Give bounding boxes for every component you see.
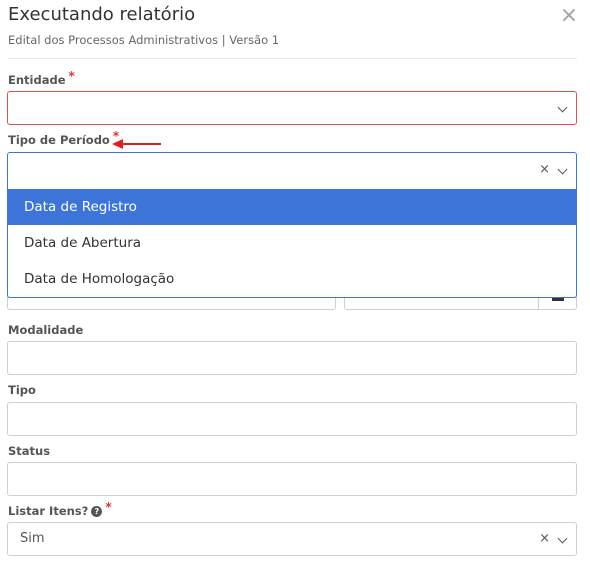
- tipo-periodo-label: Tipo de Período *: [8, 129, 119, 147]
- modalidade-label: Modalidade: [8, 323, 84, 337]
- entidade-select[interactable]: [7, 91, 577, 125]
- required-marker: *: [68, 69, 75, 83]
- option-data-homologacao[interactable]: Data de Homologação: [8, 261, 576, 297]
- clear-icon[interactable]: ×: [539, 523, 550, 555]
- modalidade-input[interactable]: [7, 341, 577, 375]
- status-label: Status: [8, 444, 51, 458]
- entidade-label-text: Entidade: [8, 73, 66, 87]
- chevron-down-icon[interactable]: [557, 102, 568, 113]
- option-data-registro[interactable]: Data de Registro: [8, 189, 576, 225]
- tipo-label: Tipo: [8, 383, 36, 397]
- help-icon[interactable]: ?: [91, 506, 103, 517]
- modal-header: Executando relatório Edital dos Processo…: [0, 0, 590, 60]
- listar-itens-value: Sim: [20, 531, 45, 546]
- chevron-down-icon[interactable]: [557, 164, 568, 175]
- clear-icon[interactable]: ×: [539, 153, 550, 187]
- listar-itens-label-text: Listar Itens?: [8, 504, 89, 518]
- tipo-periodo-select[interactable]: ×: [7, 152, 577, 190]
- chevron-down-icon[interactable]: [557, 533, 568, 544]
- required-marker: *: [105, 500, 112, 514]
- tipo-input[interactable]: [7, 402, 577, 436]
- close-icon[interactable]: ×: [558, 4, 580, 28]
- tipo-periodo-dropdown: Data de Registro Data de Abertura Data d…: [7, 189, 577, 298]
- listar-itens-select[interactable]: Sim ×: [7, 522, 577, 556]
- red-arrow-annotation: [112, 139, 161, 149]
- modal-title: Executando relatório: [8, 4, 196, 25]
- listar-itens-label: Listar Itens?? *: [8, 500, 112, 518]
- tipo-periodo-label-text: Tipo de Período: [8, 133, 110, 147]
- header-divider: [8, 58, 577, 59]
- option-data-abertura[interactable]: Data de Abertura: [8, 225, 576, 261]
- status-input[interactable]: [7, 462, 577, 496]
- entidade-label: Entidade *: [8, 69, 75, 87]
- modal-subtitle: Edital dos Processos Administrativos | V…: [8, 33, 280, 47]
